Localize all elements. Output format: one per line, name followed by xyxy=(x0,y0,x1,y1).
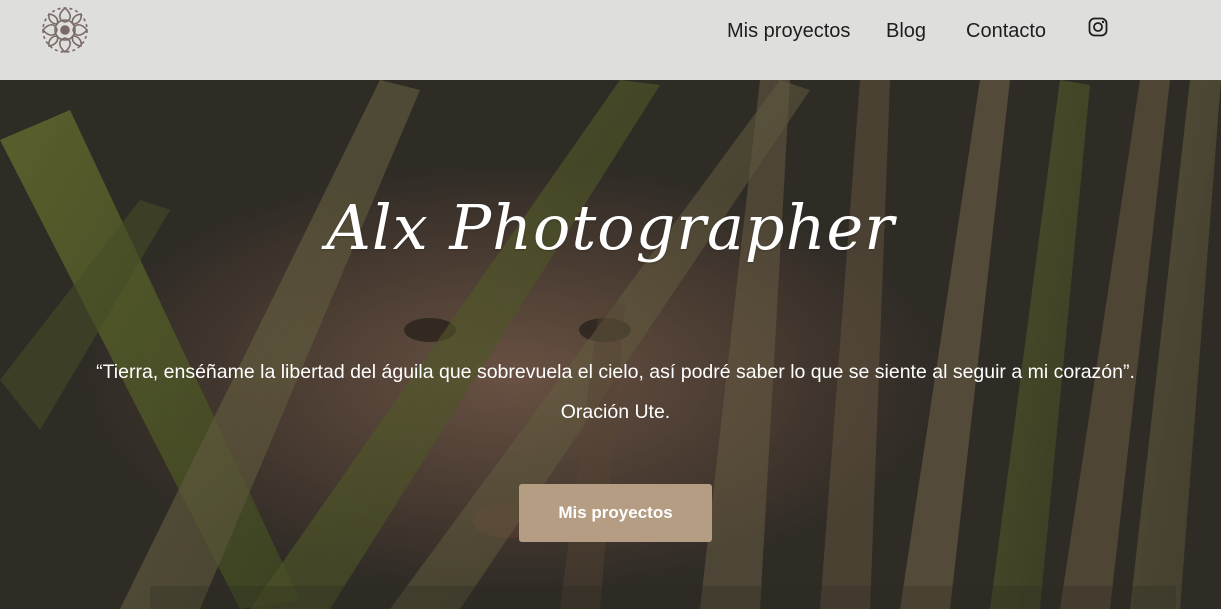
page: Mis proyectos Blog Contacto Alx Photogra… xyxy=(0,0,1221,609)
nav-link-blog[interactable]: Blog xyxy=(886,18,926,44)
mis-proyectos-button[interactable]: Mis proyectos xyxy=(519,484,712,542)
site-header: Mis proyectos Blog Contacto xyxy=(0,0,1221,80)
bottom-section-edge xyxy=(150,586,1176,609)
hero-title: Alx Photographer xyxy=(326,191,895,264)
instagram-icon[interactable] xyxy=(1088,17,1108,37)
main-nav: Mis proyectos Blog Contacto xyxy=(0,18,1221,44)
nav-link-contacto[interactable]: Contacto xyxy=(966,18,1046,44)
nav-link-mis-proyectos[interactable]: Mis proyectos xyxy=(727,18,850,44)
hero-quote: “Tierra, enséñame la libertad del águila… xyxy=(60,352,1171,432)
hero-quote-line-2: Oración Ute. xyxy=(560,401,671,423)
hero-quote-line-1: “Tierra, enséñame la libertad del águila… xyxy=(96,361,1135,383)
